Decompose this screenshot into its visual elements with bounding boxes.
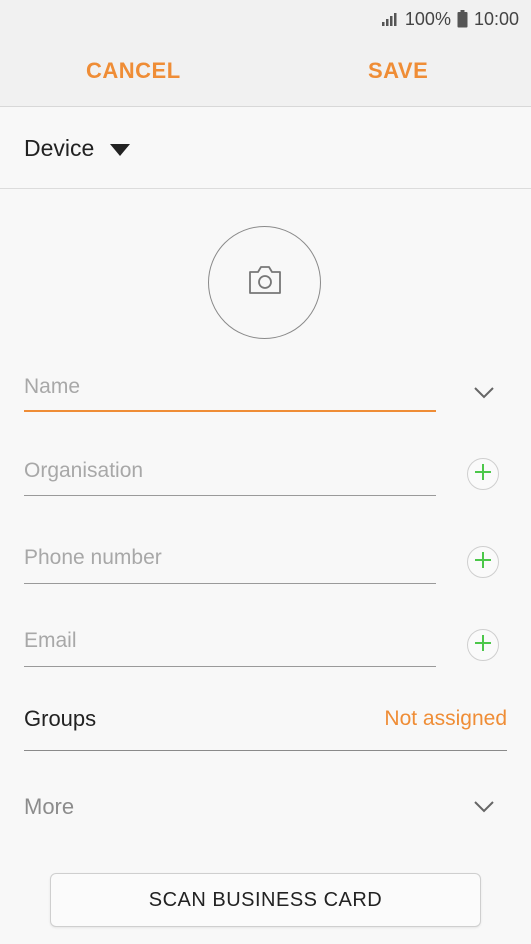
organisation-underline: [24, 495, 436, 496]
organisation-input[interactable]: [24, 458, 436, 484]
top-bar: 100% 10:00 CANCEL SAVE: [0, 0, 531, 107]
battery-icon: [457, 10, 468, 28]
name-input[interactable]: [24, 374, 436, 400]
expand-more-chevron-icon[interactable]: [473, 800, 495, 819]
plus-icon: [474, 463, 492, 486]
caret-down-icon: [110, 143, 130, 161]
save-button[interactable]: SAVE: [368, 58, 428, 84]
status-bar: 100% 10:00: [381, 8, 519, 30]
cancel-button[interactable]: CANCEL: [86, 58, 181, 84]
contact-photo-button[interactable]: [208, 226, 321, 339]
expand-name-chevron-icon[interactable]: [473, 386, 495, 405]
scan-business-card-button[interactable]: SCAN BUSINESS CARD: [50, 873, 481, 927]
plus-icon: [474, 634, 492, 657]
groups-divider: [24, 750, 507, 751]
camera-icon: [247, 265, 283, 300]
add-phone-button[interactable]: [467, 546, 499, 578]
add-organisation-button[interactable]: [467, 458, 499, 490]
add-contact-screen: 100% 10:00 CANCEL SAVE Device Name Organ…: [0, 0, 531, 944]
groups-value[interactable]: Not assigned: [384, 707, 507, 731]
phone-number-input[interactable]: [24, 545, 436, 571]
email-underline: [24, 666, 436, 667]
battery-percentage: 100%: [404, 8, 451, 29]
storage-label: Device: [24, 135, 95, 161]
phone-underline: [24, 583, 436, 584]
plus-icon: [474, 551, 492, 574]
storage-selector[interactable]: Device: [0, 107, 531, 189]
email-input[interactable]: [24, 628, 436, 654]
signal-icon: [381, 11, 399, 27]
name-underline: [24, 410, 436, 412]
more-fields-label[interactable]: More: [24, 794, 74, 820]
add-email-button[interactable]: [467, 629, 499, 661]
groups-label: Groups: [24, 706, 97, 731]
clock: 10:00: [473, 8, 519, 29]
